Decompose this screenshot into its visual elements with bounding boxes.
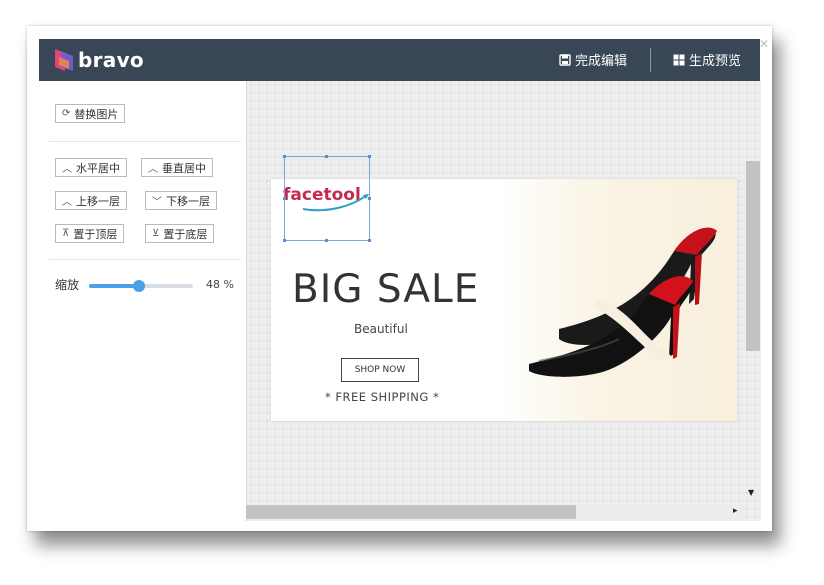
toolbar-divider [650, 48, 651, 72]
chevron-up-icon: ︿ [62, 164, 72, 175]
replace-image-button[interactable]: ⟳ 替换图片 [55, 104, 126, 123]
resize-handle[interactable] [368, 197, 371, 200]
to-bottom-icon: ⊻ [152, 228, 160, 239]
send-to-bottom-label: 置于底层 [163, 227, 208, 241]
zoom-value: 48 % [206, 278, 234, 291]
banner-background-image [499, 179, 737, 421]
preview-button[interactable]: 生成预览 [673, 50, 741, 69]
move-down-label: 下移一层 [166, 194, 210, 208]
align-horizontal-button[interactable]: ︿ 水平居中 [55, 158, 127, 177]
resize-handle[interactable] [283, 155, 286, 158]
chevron-up-icon: ︿ [148, 164, 158, 175]
bring-to-top-label: 置于顶层 [73, 227, 118, 241]
to-top-icon: ⊼ [62, 228, 70, 239]
bravo-logo-icon [55, 49, 73, 71]
resize-handle[interactable] [368, 239, 371, 242]
zoom-slider[interactable] [89, 280, 193, 292]
banner-title: BIG SALE [292, 267, 480, 312]
selection-box[interactable] [283, 155, 371, 242]
scroll-down-arrow-icon[interactable]: ▼ [748, 488, 754, 497]
banner-subtitle: Beautiful [354, 322, 408, 336]
top-bar: bravo 完成编辑 生成预览 ✕ [39, 37, 769, 81]
horizontal-scrollbar[interactable] [246, 505, 576, 519]
left-panel: ⟳ 替换图片 ︿ 水平居中 ︿ 垂直居中 ︿ 上移一层 ﹀ 下移一层 ⊼ 置于顶… [39, 81, 246, 521]
scroll-right-arrow-icon[interactable]: ▸ [733, 506, 738, 516]
align-horizontal-label: 水平居中 [76, 161, 120, 175]
free-shipping-text: * FREE SHIPPING * [325, 390, 440, 404]
send-to-bottom-button[interactable]: ⊻ 置于底层 [145, 224, 215, 243]
zoom-label: 缩放 [55, 278, 80, 292]
replace-image-label: 替换图片 [74, 107, 119, 121]
align-vertical-label: 垂直居中 [162, 161, 206, 175]
refresh-icon: ⟳ [62, 108, 71, 119]
bring-to-top-button[interactable]: ⊼ 置于顶层 [55, 224, 125, 243]
shop-now-label: SHOP NOW [354, 365, 406, 375]
shop-now-button[interactable]: SHOP NOW [341, 358, 419, 382]
finish-edit-label: 完成编辑 [575, 54, 628, 69]
close-icon[interactable]: ✕ [759, 37, 769, 51]
finish-edit-button[interactable]: 完成编辑 [559, 50, 627, 69]
grid-icon [673, 54, 685, 65]
vertical-scrollbar[interactable] [746, 161, 760, 351]
panel-divider [49, 259, 241, 260]
bravo-logo: bravo [53, 46, 144, 74]
resize-handle[interactable] [325, 155, 328, 158]
editor-dialog: bravo 完成编辑 生成预览 ✕ ⟳ 替换图片 ︿ 水平居中 ︿ 垂直居中 ︿… [27, 26, 772, 531]
save-icon [559, 53, 571, 66]
resize-handle[interactable] [283, 197, 286, 200]
preview-label: 生成预览 [689, 54, 742, 69]
align-vertical-button[interactable]: ︿ 垂直居中 [141, 158, 213, 177]
zoom-slider-handle[interactable] [132, 280, 145, 292]
resize-handle[interactable] [368, 155, 371, 158]
chevron-down-icon: ﹀ [152, 197, 162, 208]
logo-text: bravo [78, 48, 144, 72]
chevron-up-icon: ︿ [62, 197, 72, 208]
move-down-button[interactable]: ﹀ 下移一层 [145, 191, 217, 210]
zoom-slider-fill [89, 284, 139, 288]
move-up-button[interactable]: ︿ 上移一层 [55, 191, 127, 210]
panel-divider [49, 141, 241, 142]
high-heel-shoes-image [529, 227, 717, 377]
resize-handle[interactable] [283, 239, 286, 242]
move-up-label: 上移一层 [76, 194, 120, 208]
resize-handle[interactable] [325, 239, 328, 242]
